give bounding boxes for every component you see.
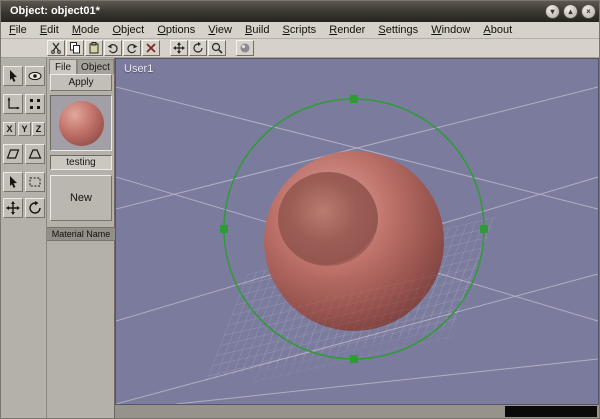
eye-icon — [28, 69, 42, 83]
render-preview-button[interactable] — [236, 40, 254, 56]
rotate-arrow-icon — [28, 201, 42, 215]
menu-mode[interactable]: Mode — [67, 22, 105, 38]
menu-about[interactable]: About — [478, 22, 517, 38]
manipulator-handle-right[interactable] — [480, 225, 488, 233]
new-material-label: New — [70, 192, 92, 204]
material-preview-sphere — [59, 101, 104, 146]
select-tool-button[interactable] — [3, 66, 23, 86]
new-material-button[interactable]: New — [50, 175, 112, 221]
marquee-icon — [28, 175, 42, 189]
tab-file[interactable]: File — [49, 59, 77, 74]
toolbar — [1, 39, 600, 58]
menu-options[interactable]: Options — [152, 22, 200, 38]
taper-tool-button[interactable] — [25, 144, 45, 164]
redo-button[interactable] — [123, 40, 141, 56]
cut-icon — [50, 42, 62, 54]
rotate-tool-button[interactable] — [25, 198, 45, 218]
maximize-icon: ▴ — [568, 7, 572, 16]
material-panel: File Object Apply testing New Material N… — [47, 58, 115, 418]
manipulator-handle-top[interactable] — [350, 95, 358, 103]
copy-button[interactable] — [66, 40, 84, 56]
maximize-button[interactable]: ▴ — [563, 4, 578, 19]
undo-icon — [107, 42, 119, 54]
titlebar[interactable]: Object: object01* ▾ ▴ × — [1, 1, 600, 22]
pointer-arrow-icon — [6, 175, 20, 189]
z-axis-button[interactable]: Z — [32, 122, 45, 136]
menu-window[interactable]: Window — [426, 22, 475, 38]
menu-build[interactable]: Build — [240, 22, 274, 38]
render-preview-icon — [239, 42, 251, 54]
cut-button[interactable] — [47, 40, 65, 56]
minimize-icon: ▾ — [550, 7, 554, 16]
viewport-canvas — [116, 59, 598, 404]
menu-file[interactable]: File — [4, 22, 32, 38]
status-display — [505, 406, 597, 417]
status-bar — [115, 405, 599, 418]
zoom-view-button[interactable] — [208, 40, 226, 56]
apply-button[interactable]: Apply — [50, 74, 112, 91]
menu-render[interactable]: Render — [324, 22, 370, 38]
tab-object[interactable]: Object — [77, 59, 114, 74]
menubar: File Edit Mode Object Options View Build… — [1, 22, 600, 39]
move-arrows-icon — [6, 201, 20, 215]
taper-icon — [28, 147, 42, 161]
material-name-header: Material Name — [47, 227, 115, 241]
undo-button[interactable] — [104, 40, 122, 56]
app-window: Object: object01* ▾ ▴ × File Edit Mode O… — [0, 0, 600, 419]
material-name-field[interactable]: testing — [50, 155, 112, 170]
redo-icon — [126, 42, 138, 54]
menu-edit[interactable]: Edit — [35, 22, 64, 38]
rotate-view-icon — [192, 42, 204, 54]
close-icon: × — [586, 7, 591, 16]
x-axis-button[interactable]: X — [3, 122, 16, 136]
points-icon — [28, 97, 42, 111]
viewport-3d[interactable]: User1 — [115, 58, 599, 405]
menu-object[interactable]: Object — [107, 22, 149, 38]
manipulator-handle-left[interactable] — [220, 225, 228, 233]
skew-icon — [6, 147, 20, 161]
minimize-button[interactable]: ▾ — [545, 4, 560, 19]
material-preview[interactable] — [50, 95, 112, 151]
delete-button[interactable] — [142, 40, 160, 56]
menu-settings[interactable]: Settings — [373, 22, 423, 38]
paste-icon — [88, 42, 100, 54]
zoom-view-icon — [211, 42, 223, 54]
window-title: Object: object01* — [10, 5, 100, 17]
copy-icon — [69, 42, 81, 54]
pointer-tool-button[interactable] — [3, 172, 23, 192]
y-axis-button[interactable]: Y — [18, 122, 31, 136]
menu-view[interactable]: View — [203, 22, 237, 38]
move-view-icon — [173, 42, 185, 54]
axes-tool-button[interactable] — [3, 94, 23, 114]
points-tool-button[interactable] — [25, 94, 45, 114]
view-label: User1 — [124, 63, 153, 75]
skew-tool-button[interactable] — [3, 144, 23, 164]
delete-icon — [145, 42, 157, 54]
move-view-button[interactable] — [170, 40, 188, 56]
menu-scripts[interactable]: Scripts — [278, 22, 322, 38]
move-tool-button[interactable] — [3, 198, 23, 218]
tool-palette: X Y Z — [1, 58, 47, 418]
close-button[interactable]: × — [581, 4, 596, 19]
rotate-view-button[interactable] — [189, 40, 207, 56]
select-arrow-icon — [6, 69, 20, 83]
visibility-tool-button[interactable] — [25, 66, 45, 86]
marquee-select-tool-button[interactable] — [25, 172, 45, 192]
paste-button[interactable] — [85, 40, 103, 56]
axes-icon — [6, 97, 20, 111]
window-controls: ▾ ▴ × — [545, 4, 596, 19]
manipulator-handle-bottom[interactable] — [350, 355, 358, 363]
inner-sphere-object[interactable] — [278, 172, 378, 266]
